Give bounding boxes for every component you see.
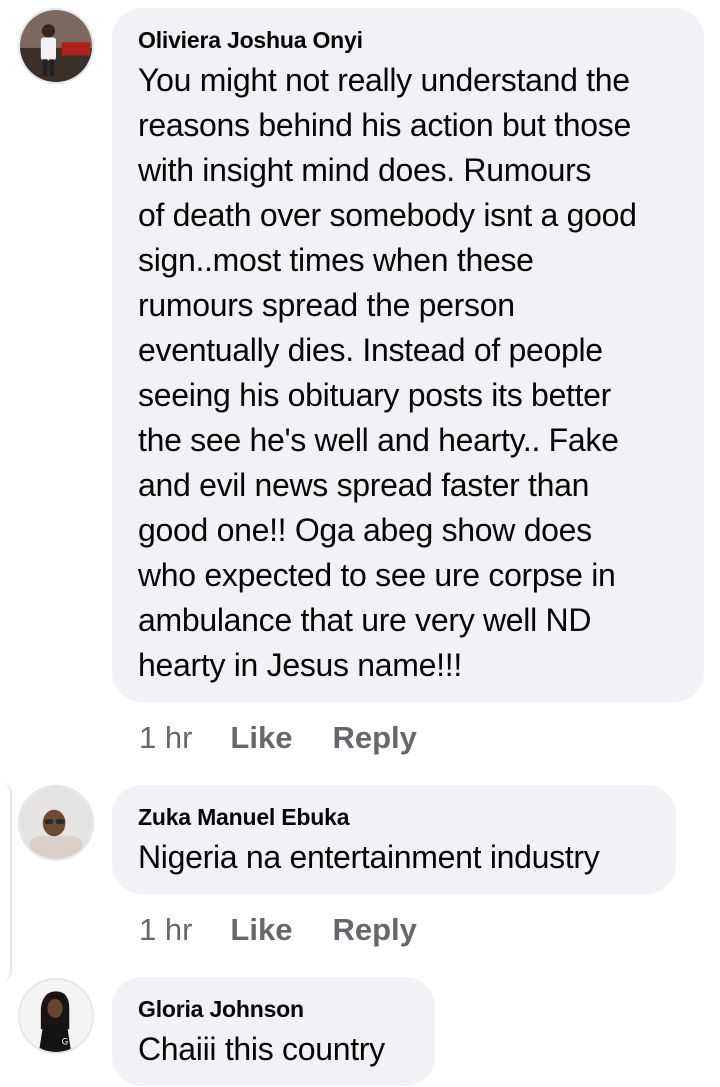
comment-bubble: Gloria Johnson Chaiii this country xyxy=(112,977,435,1086)
avatar[interactable]: G xyxy=(18,978,94,1054)
like-button[interactable]: Like xyxy=(230,912,292,948)
reply-thread-line xyxy=(0,783,12,981)
reply-button[interactable]: Reply xyxy=(332,720,416,756)
avatar[interactable] xyxy=(18,8,94,84)
comment-actions: 1 hr Like Reply xyxy=(139,718,457,758)
comment-author[interactable]: Gloria Johnson xyxy=(138,995,409,1023)
comment-timestamp[interactable]: 1 hr xyxy=(139,720,192,756)
comment-author[interactable]: Oliviera Joshua Onyi xyxy=(138,26,678,54)
avatar[interactable] xyxy=(18,785,94,861)
comment-text: Chaiii this country xyxy=(138,1031,385,1067)
comment-actions: 1 hr Like Reply xyxy=(139,910,457,950)
reply-button[interactable]: Reply xyxy=(332,912,416,948)
svg-text:G: G xyxy=(62,1037,69,1047)
comment-text: You might not really understand the reas… xyxy=(138,62,637,683)
comment-bubble: Oliviera Joshua Onyi You might not reall… xyxy=(112,8,704,702)
comment-bubble: Zuka Manuel Ebuka Nigeria na entertainme… xyxy=(112,785,676,894)
comment-timestamp[interactable]: 1 hr xyxy=(139,912,192,948)
like-button[interactable]: Like xyxy=(230,720,292,756)
comment-text: Nigeria na entertainment industry xyxy=(138,839,600,875)
comment-author[interactable]: Zuka Manuel Ebuka xyxy=(138,803,650,831)
